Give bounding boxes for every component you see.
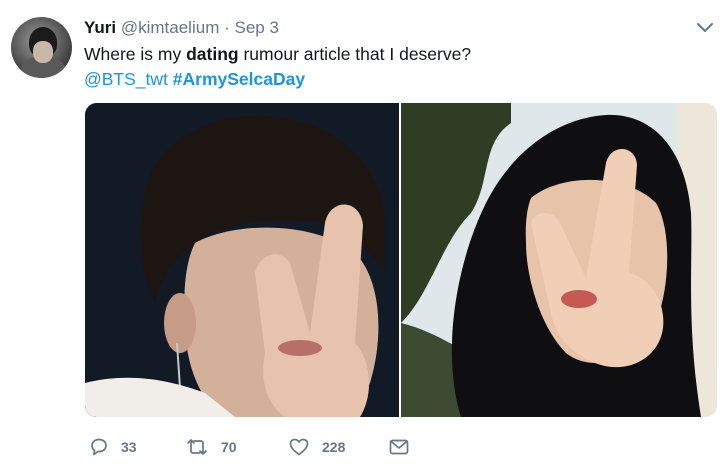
- message-button[interactable]: [388, 432, 410, 462]
- separator-dot: ·: [224, 18, 230, 37]
- envelope-icon: [389, 439, 409, 455]
- like-button[interactable]: 228: [288, 432, 345, 462]
- hashtag-link[interactable]: #ArmySelcaDay: [173, 69, 305, 89]
- media-grid: [85, 103, 717, 417]
- tweet-text-after: rumour article that I deserve?: [238, 44, 472, 64]
- retweet-icon: [187, 439, 207, 455]
- heart-icon: [289, 438, 309, 456]
- tweet-text: Where is my dating rumour article that I…: [84, 42, 471, 66]
- reply-icon: [91, 438, 107, 456]
- tweet-card[interactable]: Yuri @kimtaelium · Sep 3 Where is my dat…: [0, 0, 727, 472]
- like-count: 228: [322, 439, 346, 455]
- tweet-header: Yuri @kimtaelium · Sep 3: [84, 17, 279, 39]
- user-name[interactable]: Yuri: [84, 18, 116, 37]
- tweet-text-before: Where is my: [84, 44, 187, 64]
- retweet-button[interactable]: 70: [185, 432, 237, 462]
- photo-2[interactable]: [401, 103, 717, 417]
- mention-link[interactable]: @BTS_twt: [84, 69, 168, 89]
- chevron-down-icon[interactable]: [696, 22, 714, 34]
- reply-count: 33: [121, 439, 137, 455]
- avatar-face: [33, 41, 53, 63]
- photo-1-illustration: [85, 103, 399, 417]
- photo-1[interactable]: [85, 103, 399, 417]
- tweet-text-bold: dating: [186, 44, 239, 64]
- photo-2-illustration: [401, 103, 717, 417]
- tweet-links: @BTS_twt #ArmySelcaDay: [84, 67, 305, 91]
- user-handle[interactable]: @kimtaelium: [121, 18, 220, 37]
- tweet-date[interactable]: Sep 3: [235, 18, 279, 37]
- reply-button[interactable]: 33: [89, 432, 137, 462]
- avatar[interactable]: [11, 17, 72, 78]
- retweet-count: 70: [221, 439, 237, 455]
